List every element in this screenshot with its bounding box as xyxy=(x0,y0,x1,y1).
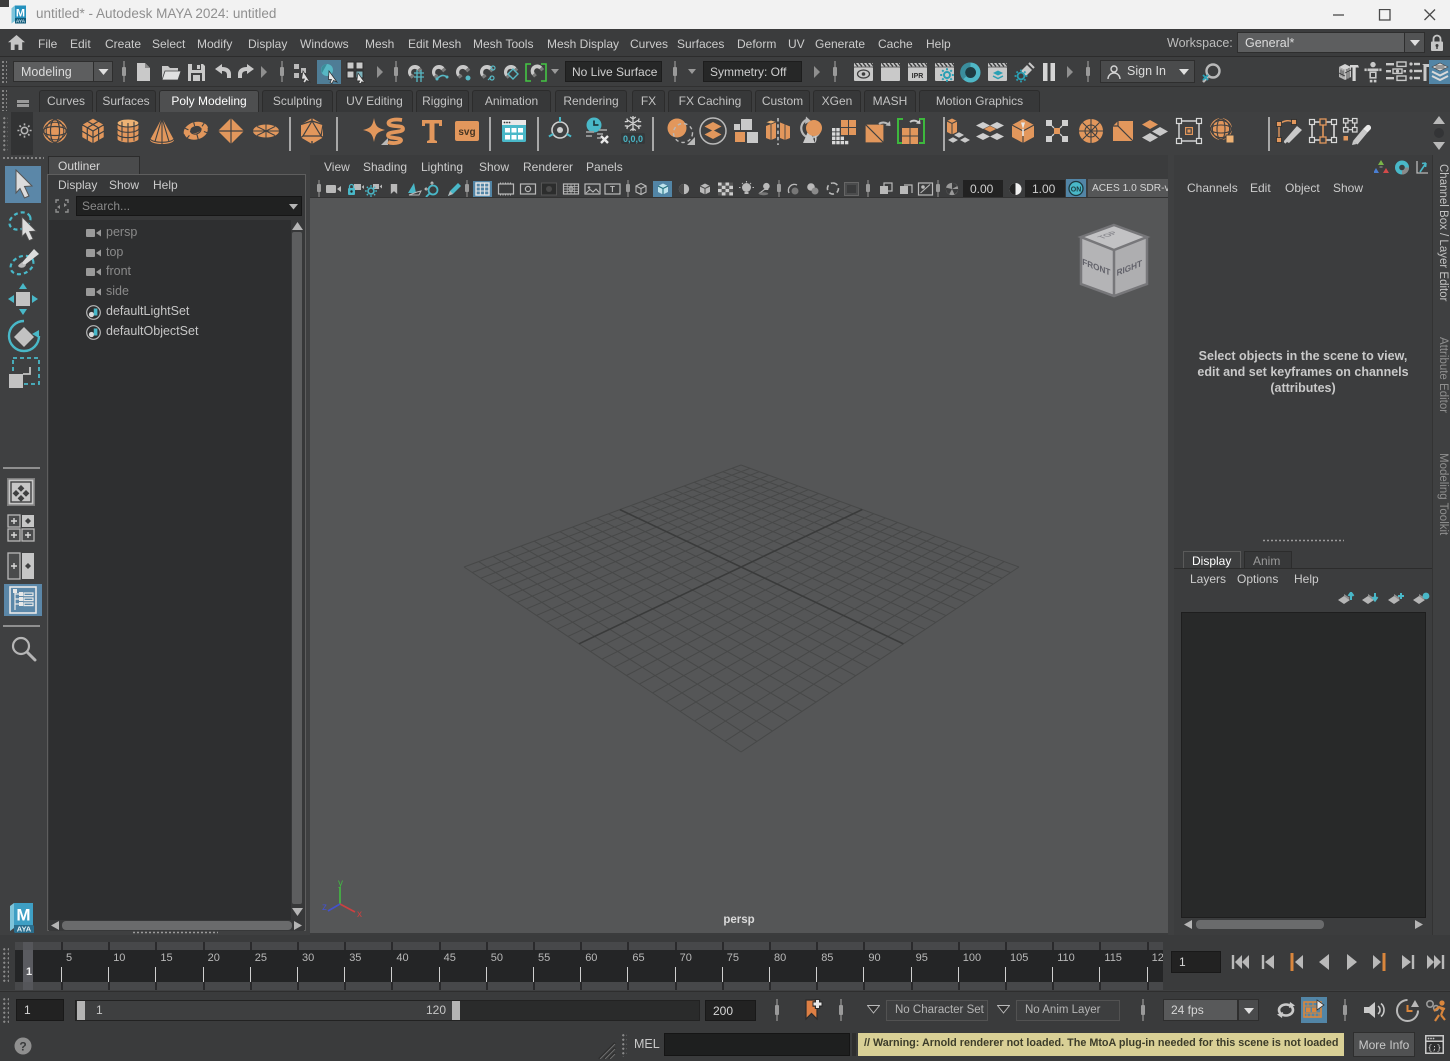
svg-text:T: T xyxy=(610,185,615,194)
svg-text:M: M xyxy=(16,8,25,20)
svg-text:svg: svg xyxy=(458,127,475,138)
svg-text:AYA: AYA xyxy=(16,19,26,25)
svg-text:y: y xyxy=(338,880,343,889)
svg-text:ON: ON xyxy=(1071,187,1082,194)
svg-text:?: ? xyxy=(19,1040,26,1054)
svg-text:z: z xyxy=(322,902,327,913)
svg-text:IPR: IPR xyxy=(912,73,924,80)
svg-text:M: M xyxy=(16,906,30,925)
svg-text:0,0,0: 0,0,0 xyxy=(623,134,643,144)
svg-text:AYA: AYA xyxy=(17,925,32,934)
svg-text:{;}: {;} xyxy=(1428,1045,1442,1053)
